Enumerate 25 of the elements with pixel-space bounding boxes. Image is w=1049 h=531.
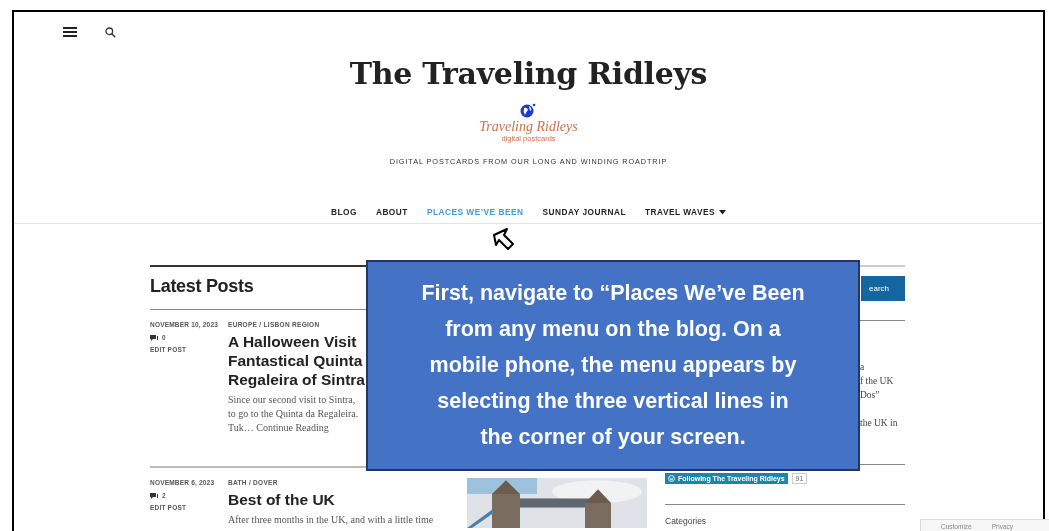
cursor-icon: [490, 227, 516, 253]
instruction-callout: First, navigate to “Places We’ve Been from any menu on the blog. On a mobile phone, the menu appears by selecting the three vertical lines in the corner of your screen.: [366, 260, 860, 471]
sidebar-text: f the UK: [860, 376, 894, 386]
sidebar-text: a: [860, 362, 865, 372]
menu-icon[interactable]: [63, 26, 77, 38]
post-excerpt: Since our second visit to Sintra, to go to the Quinta da Regaleira. Tuk… Continue Reading: [228, 393, 359, 435]
sidebar-text: the UK in: [860, 418, 898, 428]
logo-text[interactable]: Traveling Ridleys: [479, 119, 578, 135]
search-button[interactable]: earch: [861, 276, 905, 301]
sidebar-text: Dos”: [860, 390, 880, 400]
post-title[interactable]: A Halloween Visit Fantastical Quinta Regaleira of Sintra: [228, 332, 365, 389]
post-excerpt: After three months in the UK, and with a little time: [228, 513, 434, 527]
globe-icon: [519, 102, 538, 118]
nav-link[interactable]: SUNDAY JOURNAL: [542, 207, 626, 217]
widget-heading: Categories: [665, 516, 708, 526]
nav-link[interactable]: BLOG: [330, 207, 357, 217]
nav-link[interactable]: ABOUT: [375, 207, 408, 217]
post-title[interactable]: Best of the UK: [228, 490, 335, 509]
comment-icon: [150, 492, 158, 499]
wordpress-icon: [668, 475, 675, 482]
site-title[interactable]: The Traveling Ridleys: [349, 56, 708, 92]
search-icon[interactable]: [105, 26, 116, 38]
caret-icon: [719, 209, 727, 215]
comment-icon: [150, 334, 158, 341]
nav-link[interactable]: TRAVEL WAVES: [645, 207, 727, 217]
